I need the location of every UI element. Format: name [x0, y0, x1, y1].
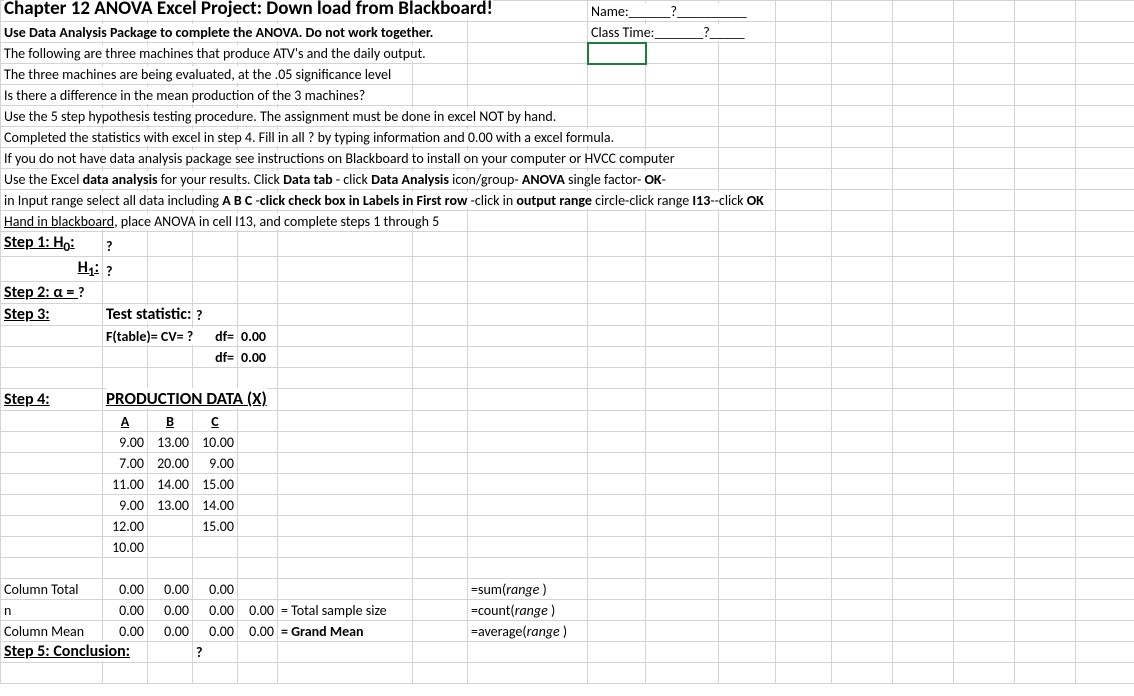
title-cell[interactable]: Chapter 12 ANOVA Excel Project: Down loa… [1, 1, 103, 22]
total-sample-size-value[interactable]: 0.00 [238, 600, 278, 621]
mean-a[interactable]: 0.00 [103, 621, 148, 642]
data-c[interactable]: 9.00 [193, 453, 238, 474]
selected-cell[interactable] [588, 43, 646, 64]
n-label[interactable]: n [1, 600, 103, 621]
data-b[interactable] [148, 516, 193, 537]
ftable-label: F(table)= CV= ? [106, 328, 193, 345]
instr-line-6: Use the 5 step hypothesis testing proced… [4, 108, 556, 125]
name-label: Name:______?__________ [591, 3, 747, 20]
formula-count: =count(range ) [471, 602, 555, 619]
df2-label[interactable]: df= [193, 347, 238, 368]
instr-line-7: Completed the statistics with excel in s… [4, 129, 614, 146]
instr-line-10: in Input range select all data including… [4, 192, 764, 209]
mean-b[interactable]: 0.00 [148, 621, 193, 642]
table-row: 9.0013.0010.00 [1, 432, 1134, 453]
production-header: PRODUCTION DATA (X) [106, 388, 267, 409]
data-b[interactable] [148, 537, 193, 558]
step1-h1-label[interactable]: H1: [1, 257, 103, 282]
mean-c[interactable]: 0.00 [193, 621, 238, 642]
column-mean-label[interactable]: Column Mean [1, 621, 103, 642]
subtitle-cell[interactable]: Use Data Analysis Package to complete th… [1, 22, 103, 43]
table-row: 11.0014.0015.00 [1, 474, 1134, 495]
step5-label: Step 5: Conclusion: [4, 642, 130, 661]
data-a[interactable]: 7.00 [103, 453, 148, 474]
formula-average: =average(range ) [471, 623, 567, 640]
instr-line-8: If you do not have data analysis package… [4, 150, 675, 167]
data-b[interactable]: 20.00 [148, 453, 193, 474]
col-header-c[interactable]: C [193, 411, 238, 432]
data-b[interactable]: 13.00 [148, 495, 193, 516]
test-statistic-label: Test statistic: [106, 305, 191, 324]
formula-sum: =sum(range ) [471, 581, 547, 598]
df2-value[interactable]: 0.00 [238, 347, 278, 368]
data-c[interactable] [193, 537, 238, 558]
instr-line-3: The following are three machines that pr… [4, 45, 426, 62]
data-a[interactable]: 9.00 [103, 495, 148, 516]
table-row: 9.0013.0014.00 [1, 495, 1134, 516]
data-a[interactable]: 9.00 [103, 432, 148, 453]
step1-h1-value[interactable]: ? [103, 257, 148, 282]
instr-line-9: Use the Excel data analysis for your res… [4, 171, 666, 188]
formula-count-cell[interactable]: =count(range ) [468, 600, 588, 621]
df1-label[interactable]: df= [193, 326, 238, 347]
total-sample-size-label[interactable]: = Total sample size [278, 600, 413, 621]
df1-value[interactable]: 0.00 [238, 326, 278, 347]
test-statistic-label-cell[interactable]: Test statistic: [103, 304, 148, 326]
subtitle: Use Data Analysis Package to complete th… [4, 24, 433, 41]
n-c[interactable]: 0.00 [193, 600, 238, 621]
data-b[interactable]: 13.00 [148, 432, 193, 453]
classtime-label: Class Time:_______?_____ [591, 24, 745, 41]
table-row: 12.00 15.00 [1, 516, 1134, 537]
coltotal-b[interactable]: 0.00 [148, 579, 193, 600]
step3-label[interactable]: Step 3: [1, 304, 103, 326]
step2-label[interactable]: Step 2: α = ? [1, 282, 103, 304]
step5-value[interactable]: ? [193, 642, 238, 663]
data-c[interactable]: 14.00 [193, 495, 238, 516]
test-statistic-value[interactable]: ? [193, 304, 238, 326]
step5-label-cell[interactable]: Step 5: Conclusion: [1, 642, 103, 663]
col-header-a[interactable]: A [103, 411, 148, 432]
n-b[interactable]: 0.00 [148, 600, 193, 621]
coltotal-c[interactable]: 0.00 [193, 579, 238, 600]
data-c[interactable]: 10.00 [193, 432, 238, 453]
classtime-label-cell[interactable]: Class Time:_______?_____ [588, 22, 646, 43]
name-label-cell[interactable]: Name:______?__________ [588, 1, 646, 22]
grand-mean-value[interactable]: 0.00 [238, 621, 278, 642]
spreadsheet[interactable]: Chapter 12 ANOVA Excel Project: Down loa… [0, 0, 1134, 684]
col-header-b[interactable]: B [148, 411, 193, 432]
step4-label[interactable]: Step 4: [1, 389, 103, 411]
ftable-label-cell[interactable]: F(table)= CV= ? [103, 326, 148, 347]
step2-value: ? [78, 284, 85, 301]
data-c[interactable]: 15.00 [193, 516, 238, 537]
formula-sum-cell[interactable]: =sum(range ) [468, 579, 588, 600]
instr-line-5: Is there a difference in the mean produc… [4, 87, 365, 104]
data-c[interactable]: 15.00 [193, 474, 238, 495]
table-row: 7.0020.009.00 [1, 453, 1134, 474]
page-title: Chapter 12 ANOVA Excel Project: Down loa… [4, 0, 493, 20]
step1-h0-label[interactable]: Step 1: H0: [1, 232, 103, 257]
grand-mean-label[interactable]: = Grand Mean [278, 621, 413, 642]
n-a[interactable]: 0.00 [103, 600, 148, 621]
table-row: 10.00 [1, 537, 1134, 558]
instr-line-11: Hand in blackboard, place ANOVA in cell … [4, 213, 439, 230]
column-total-label[interactable]: Column Total [1, 579, 103, 600]
data-a[interactable]: 10.00 [103, 537, 148, 558]
data-a[interactable]: 12.00 [103, 516, 148, 537]
coltotal-a[interactable]: 0.00 [103, 579, 148, 600]
formula-average-cell[interactable]: =average(range ) [468, 621, 588, 642]
step1-h0-value[interactable]: ? [103, 232, 148, 257]
data-b[interactable]: 14.00 [148, 474, 193, 495]
data-a[interactable]: 11.00 [103, 474, 148, 495]
instr-line-4: The three machines are being evaluated, … [4, 66, 391, 83]
production-header-cell[interactable]: PRODUCTION DATA (X) [103, 389, 148, 411]
